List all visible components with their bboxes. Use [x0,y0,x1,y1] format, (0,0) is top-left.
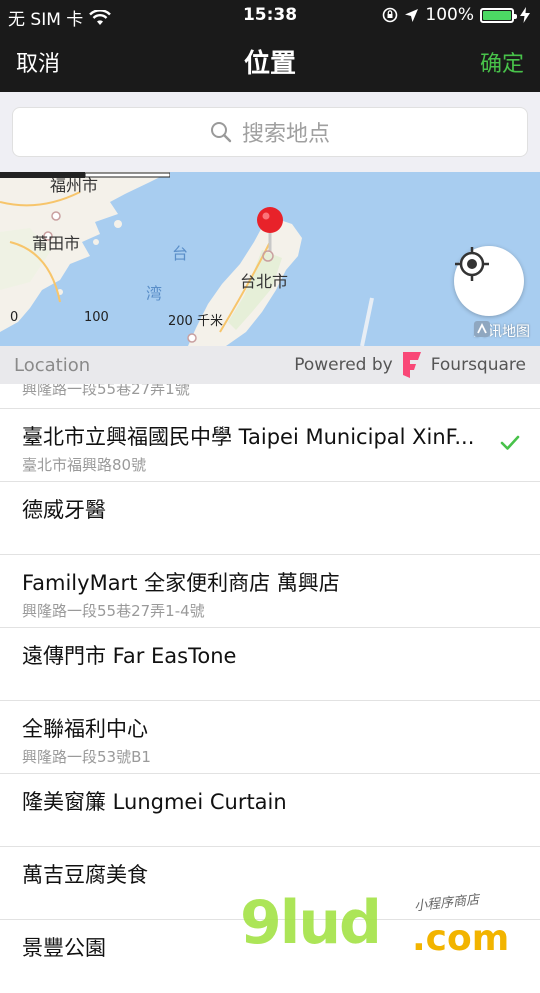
map-scale-bar [0,172,170,178]
list-item[interactable]: 全聯福利中心 興隆路一段53號B1 [0,701,540,774]
list-item-title: 遠傳門市 Far EasTone [22,644,237,668]
locate-me-button[interactable] [454,246,524,316]
list-item-subtitle: 興隆路一段55巷27弄1-4號 [22,602,205,620]
status-right: 100% [382,5,530,25]
watermark: 9lud 小程序商店 .com [240,888,540,960]
location-pin-icon [257,207,283,262]
list-item-title: 全聯福利中心 [22,717,148,741]
location-arrow-icon [405,8,419,22]
list-item-title: 德威牙醫 [22,498,106,522]
tencent-map-icon [474,321,490,337]
watermark-domain: .com [412,918,510,959]
rotation-lock-icon [383,7,398,23]
location-header-title: Location [14,354,91,376]
map-label-wan: 湾 [146,284,163,303]
list-item-subtitle: 興隆路一段55巷27弄1號 [22,384,190,398]
list-item-partial[interactable]: 興隆路一段55巷27弄1號 [0,384,540,409]
watermark-small: 小程序商店 [413,892,480,915]
map-label-putian: 莆田市 [32,234,81,253]
list-item[interactable]: FamilyMart 全家便利商店 萬興店 興隆路一段55巷27弄1-4號 [0,555,540,628]
watermark-main: 9lud [240,888,382,958]
charging-bolt-icon [520,7,530,23]
battery-fill [483,10,511,20]
list-item[interactable]: 臺北市立興福國民中學 Taipei Municipal XinF... 臺北市福… [0,409,540,482]
list-item-subtitle: 興隆路一段53號B1 [22,748,151,766]
search-icon [210,122,232,143]
battery-icon [480,7,517,23]
nav-bar: 取消 位置 确定 [0,32,540,92]
map-view[interactable]: 福州市 莆田市 台 湾 台北市 0 100 200 千米 腾讯地图 [0,172,540,346]
foursquare-logo-icon [402,352,421,378]
powered-by-provider: Foursquare [430,355,526,375]
list-item-title: 隆美窗簾 Lungmei Curtain [22,790,287,814]
list-item-title: 臺北市立興福國民中學 Taipei Municipal XinF... [22,425,475,449]
scale-label-zero: 0 [10,310,19,325]
list-item-title: 萬吉豆腐美食 [22,863,148,887]
map-provider-logo: 腾讯地图 [474,321,530,341]
map-label-tai: 台 [172,244,189,263]
scale-label-hundred: 100 [84,310,109,325]
page-title: 位置 [243,49,296,79]
list-item-title: FamilyMart 全家便利商店 萬興店 [22,571,340,595]
status-bar: 无 SIM 卡 15:38 100% [0,0,540,32]
list-item-subtitle: 臺北市福興路80號 [22,456,147,474]
list-item[interactable]: 遠傳門市 Far EasTone [0,628,540,701]
search-input[interactable]: 搜索地点 [12,107,528,157]
location-section-header: Location Powered by Foursquare [0,346,540,384]
confirm-button[interactable]: 确定 [480,46,524,78]
selected-check-icon [500,435,520,450]
list-item[interactable]: 德威牙醫 [0,482,540,555]
list-item[interactable]: 隆美窗簾 Lungmei Curtain [0,774,540,847]
battery-percent: 100% [425,5,474,25]
search-area: 搜索地点 [0,92,540,172]
powered-by-label: Powered by [294,355,393,375]
powered-by: Powered by Foursquare [294,351,526,379]
crosshair-icon [455,247,489,281]
search-placeholder: 搜索地点 [241,122,330,147]
scale-label-two-hundred: 200 千米 [168,314,223,329]
battery-tip [514,13,517,19]
